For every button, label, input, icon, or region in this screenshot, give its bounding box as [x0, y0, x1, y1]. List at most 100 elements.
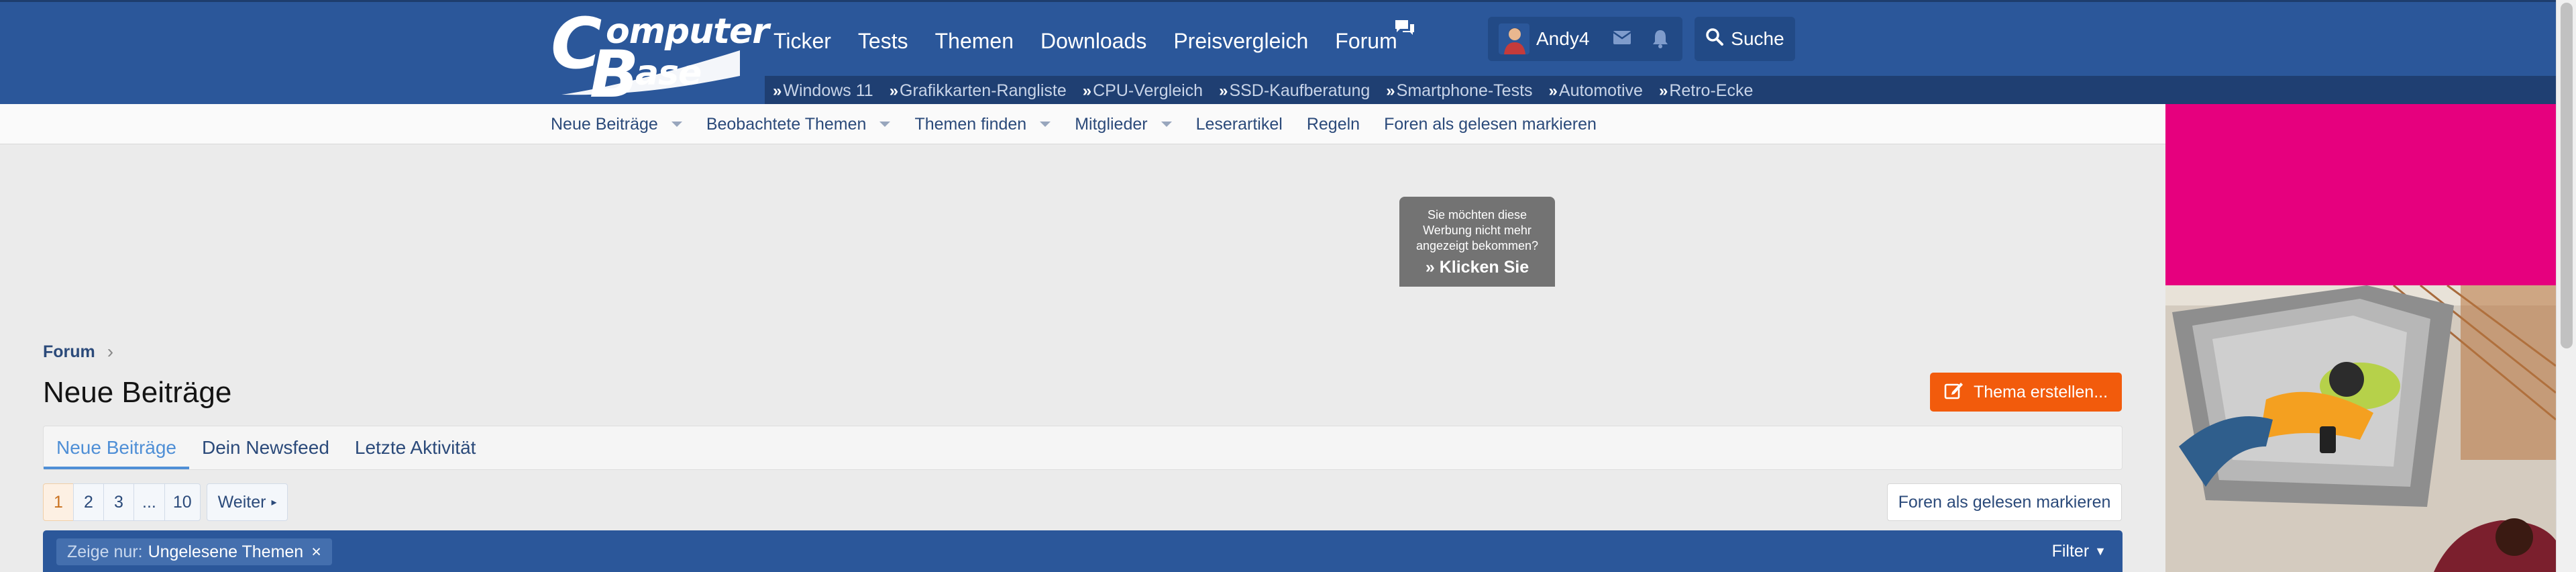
computerbase-logo[interactable]: C omputer B ase: [548, 9, 769, 107]
filter-dropdown-button[interactable]: Filter ▼: [2052, 530, 2106, 572]
tab-dein-newsfeed[interactable]: Dein Newsfeed: [189, 426, 342, 469]
sec-nav-label: Themen finden: [914, 114, 1027, 134]
nav-forum[interactable]: Forum: [1322, 20, 1414, 61]
quick-link-label: Smartphone-Tests: [1396, 81, 1533, 100]
quick-link-automotive[interactable]: »Automotive: [1549, 81, 1643, 101]
sec-nav-label: Mitglieder: [1075, 114, 1148, 134]
next-page-button[interactable]: Weiter ▸: [206, 483, 288, 521]
user-menu[interactable]: Andy4: [1488, 17, 1682, 61]
username[interactable]: Andy4: [1536, 28, 1589, 50]
quick-link-label: SSD-Kaufberatung: [1229, 81, 1371, 100]
page-3[interactable]: 3: [103, 483, 134, 521]
nav-label: Tests: [857, 28, 908, 53]
ad-photo-illustration: [2165, 285, 2556, 572]
sec-nav-label: Neue Beiträge: [551, 114, 658, 134]
sec-nav-label: Leserartikel: [1195, 114, 1283, 134]
edit-icon: [1944, 381, 1964, 404]
nav-ticker[interactable]: Ticker: [773, 21, 845, 61]
chat-bubbles-icon: [1393, 18, 1416, 43]
page-scrollbar[interactable]: [2556, 0, 2576, 572]
sec-nav-label: Regeln: [1306, 114, 1360, 134]
site-header: C omputer B ase Ticker Tests Themen Down…: [0, 0, 2556, 107]
double-chevron-icon: »: [889, 82, 899, 100]
scrollbar-thumb[interactable]: [2561, 3, 2573, 348]
filter-chip-value: Ungelesene Themen: [148, 542, 304, 561]
quick-links-nav: »Windows 11 »Grafikkarten-Rangliste »CPU…: [765, 76, 2556, 106]
ad-text-line: angezeigt bekommen?: [1415, 239, 1539, 252]
quick-link-label: Grafikkarten-Rangliste: [900, 81, 1067, 100]
nav-preisvergleich[interactable]: Preisvergleich: [1160, 21, 1322, 61]
quick-link-label: CPU-Vergleich: [1093, 81, 1203, 100]
sec-nav-regeln[interactable]: Regeln: [1307, 115, 1360, 134]
bell-icon[interactable]: [1652, 29, 1669, 52]
caret-down-icon[interactable]: [671, 122, 682, 127]
page-ellipsis[interactable]: ...: [133, 483, 165, 521]
logo-letter-b: B: [590, 37, 639, 112]
filter-bar: Zeige nur: Ungelesene Themen × Filter ▼: [43, 530, 2123, 572]
sec-nav-leserartikel[interactable]: Leserartikel: [1196, 115, 1283, 134]
page-1[interactable]: 1: [43, 483, 74, 521]
caret-right-icon: ▸: [271, 497, 277, 508]
filter-chip-prefix: Zeige nur:: [67, 542, 143, 561]
quick-link-label: Automotive: [1558, 81, 1643, 100]
nav-downloads[interactable]: Downloads: [1027, 21, 1160, 61]
double-chevron-icon: »: [1548, 82, 1558, 100]
quick-link-cpu[interactable]: »CPU-Vergleich: [1083, 81, 1203, 101]
nav-label: Downloads: [1040, 28, 1147, 53]
breadcrumb-forum[interactable]: Forum: [43, 342, 95, 362]
nav-label: Forum: [1335, 28, 1397, 53]
sec-nav-themen-finden[interactable]: Themen finden: [914, 115, 1051, 134]
page-10[interactable]: 10: [164, 483, 201, 521]
caret-down-icon[interactable]: [1040, 122, 1051, 127]
double-chevron-icon: »: [1082, 82, 1092, 100]
side-ad-banner[interactable]: [2165, 104, 2556, 285]
avatar[interactable]: [1499, 23, 1529, 54]
caret-down-icon[interactable]: [879, 122, 891, 127]
tab-letzte-aktivitaet[interactable]: Letzte Aktivität: [342, 426, 489, 469]
quick-link-smartphone[interactable]: »Smartphone-Tests: [1386, 81, 1532, 101]
tab-neue-beitraege[interactable]: Neue Beiträge: [44, 426, 190, 469]
breadcrumb: Forum ›: [43, 341, 113, 363]
double-chevron-icon: »: [1386, 82, 1395, 100]
sec-nav-mitglieder[interactable]: Mitglieder: [1075, 114, 1172, 134]
ad-text-line: Sie möchten diese: [1427, 208, 1527, 222]
side-ad-image[interactable]: [2165, 285, 2556, 572]
quick-link-windows-11[interactable]: »Windows 11: [773, 81, 873, 101]
close-icon[interactable]: ×: [311, 542, 321, 562]
filter-label: Filter: [2051, 541, 2090, 561]
filter-chip[interactable]: Zeige nur: Ungelesene Themen ×: [56, 538, 332, 565]
double-chevron-icon: »: [773, 82, 782, 100]
quick-link-ssd[interactable]: »SSD-Kaufberatung: [1219, 81, 1370, 101]
sec-nav-label: Foren als gelesen markieren: [1384, 114, 1597, 134]
next-page-label: Weiter: [217, 492, 266, 512]
search-label: Suche: [1731, 28, 1784, 49]
main-nav: Ticker Tests Themen Downloads Preisvergl…: [773, 20, 1414, 61]
caret-down-icon[interactable]: [1161, 122, 1172, 127]
create-thread-button[interactable]: Thema erstellen...: [1930, 373, 2122, 412]
nav-themen[interactable]: Themen: [922, 21, 1027, 61]
search-icon: [1705, 28, 1724, 51]
double-chevron-icon: »: [1658, 82, 1668, 100]
search-button[interactable]: Suche: [1695, 17, 1795, 61]
ad-opt-out-box[interactable]: Sie möchten diese Werbung nicht mehr ang…: [1399, 197, 1555, 287]
page-2[interactable]: 2: [73, 483, 104, 521]
sec-nav-beobachtete-themen[interactable]: Beobachtete Themen: [706, 115, 891, 134]
mail-icon[interactable]: [1613, 30, 1631, 48]
sec-nav-mark-read[interactable]: Foren als gelesen markieren: [1384, 115, 1597, 134]
double-chevron-icon: »: [1219, 82, 1228, 100]
nav-tests[interactable]: Tests: [845, 21, 922, 61]
ad-click-link[interactable]: » Klicken Sie: [1399, 258, 1555, 277]
create-thread-label: Thema erstellen...: [1973, 382, 2108, 401]
sec-nav-neue-beitraege[interactable]: Neue Beiträge: [551, 115, 682, 134]
quick-link-grafikkarten[interactable]: »Grafikkarten-Rangliste: [890, 81, 1067, 101]
page-title: Neue Beiträge: [43, 376, 232, 409]
mark-forums-read-button[interactable]: Foren als gelesen markieren: [1887, 483, 2122, 521]
ad-text-line: Werbung nicht mehr: [1423, 224, 1532, 237]
quick-link-label: Windows 11: [783, 81, 873, 100]
logo-text-ase: ase: [635, 53, 702, 93]
chevron-right-icon: ›: [107, 341, 114, 362]
nav-label: Ticker: [773, 28, 831, 53]
tab-bar: Neue Beiträge Dein Newsfeed Letzte Aktiv…: [43, 426, 2123, 470]
nav-label: Preisvergleich: [1173, 28, 1309, 53]
quick-link-retro[interactable]: »Retro-Ecke: [1659, 81, 1753, 101]
